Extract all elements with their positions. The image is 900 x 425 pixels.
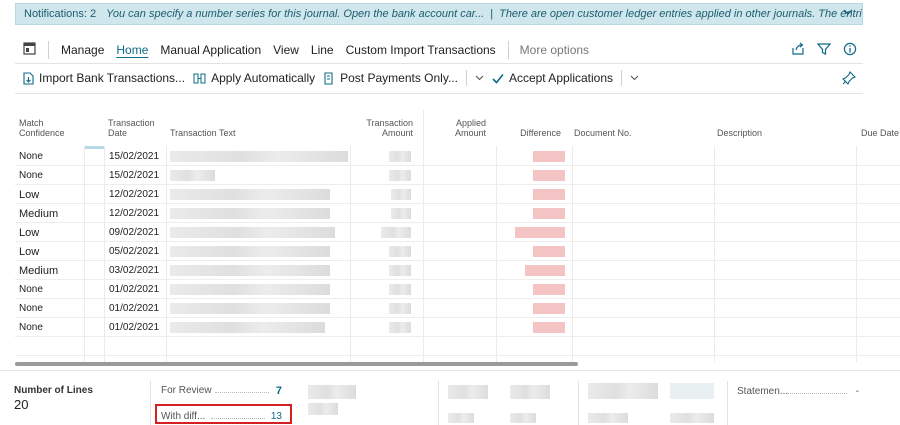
- notification-separator: |: [490, 8, 494, 20]
- table-row[interactable]: None 15/02/2021: [15, 147, 900, 166]
- horizontal-scrollbar[interactable]: [15, 362, 578, 366]
- top-right-icons: [791, 42, 857, 56]
- chevron-down-icon: [475, 75, 484, 81]
- table-row[interactable]: Low 09/02/2021: [15, 223, 900, 242]
- highlight-box: [155, 404, 292, 424]
- apply-automatically-button[interactable]: Apply Automatically: [193, 71, 315, 85]
- menu-home[interactable]: Home: [116, 43, 148, 57]
- share-icon[interactable]: [791, 42, 805, 56]
- chevron-down-icon: [630, 75, 639, 81]
- command-toolbar: Import Bank Transactions... Apply Automa…: [15, 66, 863, 90]
- transaction-date-cell: 15/02/2021: [109, 170, 160, 181]
- notification-message-2[interactable]: There are open customer ledger entries a…: [499, 8, 862, 20]
- notification-bar[interactable]: Notifications: 2 You can specify a numbe…: [15, 3, 863, 25]
- apply-auto-icon: [193, 73, 206, 83]
- match-confidence-cell: Medium: [19, 207, 59, 220]
- post-payments-dropdown[interactable]: [465, 70, 484, 86]
- statement-cue[interactable]: Statemen... -: [737, 386, 859, 400]
- match-confidence-cell: None: [19, 284, 43, 295]
- transaction-date-cell: 03/02/2021: [109, 265, 160, 276]
- footer-cues: Number of Lines 20 For Review 7 With dif…: [0, 370, 900, 425]
- table-row[interactable]: None 15/02/2021: [15, 166, 900, 185]
- match-confidence-cell: None: [19, 322, 43, 333]
- match-confidence-cell: Medium: [19, 264, 59, 277]
- match-confidence-cell: None: [19, 303, 43, 314]
- info-icon[interactable]: [843, 42, 857, 56]
- post-payments-only-button[interactable]: Post Payments Only...: [323, 71, 458, 85]
- layout-icon[interactable]: [23, 42, 36, 58]
- import-file-icon: [23, 71, 34, 85]
- table-row[interactable]: None 01/02/2021: [15, 299, 900, 318]
- more-options-button[interactable]: More options: [520, 43, 589, 57]
- match-confidence-cell: None: [19, 170, 43, 181]
- menu-manual-application[interactable]: Manual Application: [160, 43, 261, 57]
- transaction-date-cell: 09/02/2021: [109, 227, 160, 238]
- match-confidence-cell: Low: [19, 188, 40, 201]
- table-row[interactable]: Medium 12/02/2021: [15, 204, 900, 223]
- accept-applications-dropdown[interactable]: [621, 70, 639, 86]
- match-confidence-cell: Low: [19, 245, 40, 258]
- menu-line[interactable]: Line: [311, 43, 334, 57]
- filter-icon[interactable]: [816, 42, 832, 56]
- table-row[interactable]: None 01/02/2021: [15, 318, 900, 337]
- transaction-date-cell: 05/02/2021: [109, 246, 160, 257]
- post-icon: [324, 71, 333, 85]
- menu-view[interactable]: View: [273, 43, 299, 57]
- match-confidence-cell: Low: [19, 226, 40, 239]
- for-review-value[interactable]: 7: [276, 385, 282, 397]
- transaction-date-cell: 01/02/2021: [109, 303, 160, 314]
- checkmark-icon: [492, 73, 504, 84]
- number-of-lines-value: 20: [14, 397, 29, 412]
- transaction-date-cell: 01/02/2021: [109, 322, 160, 333]
- table-row[interactable]: Medium 03/02/2021: [15, 261, 900, 280]
- transaction-date-cell: 12/02/2021: [109, 189, 160, 200]
- table-row[interactable]: Low 05/02/2021: [15, 242, 900, 261]
- transaction-date-cell: 01/02/2021: [109, 284, 160, 295]
- chevron-down-icon[interactable]: [843, 7, 853, 20]
- notification-message-1[interactable]: You can specify a number series for this…: [106, 8, 484, 20]
- menu-manage[interactable]: Manage: [61, 43, 104, 57]
- accept-applications-button[interactable]: Accept Applications: [492, 71, 613, 85]
- action-bar: Manage Home Manual Application View Line…: [15, 38, 863, 62]
- match-confidence-cell: None: [19, 151, 43, 162]
- import-bank-transactions-button[interactable]: Import Bank Transactions...: [23, 71, 185, 85]
- for-review-cue[interactable]: For Review 7: [161, 385, 282, 399]
- notification-count: Notifications: 2: [24, 8, 97, 20]
- transaction-date-cell: 15/02/2021: [109, 151, 160, 162]
- pin-icon[interactable]: [842, 71, 856, 90]
- table-row[interactable]: Low 12/02/2021: [15, 185, 900, 204]
- empty-row[interactable]: [15, 337, 900, 356]
- transaction-date-cell: 12/02/2021: [109, 208, 160, 219]
- menu-custom-import[interactable]: Custom Import Transactions: [346, 43, 496, 57]
- statement-label: Statemen...: [737, 386, 789, 397]
- for-review-label: For Review: [161, 385, 212, 396]
- table-row[interactable]: None 01/02/2021: [15, 280, 900, 299]
- number-of-lines-label: Number of Lines: [14, 385, 93, 396]
- statement-value[interactable]: -: [856, 386, 859, 397]
